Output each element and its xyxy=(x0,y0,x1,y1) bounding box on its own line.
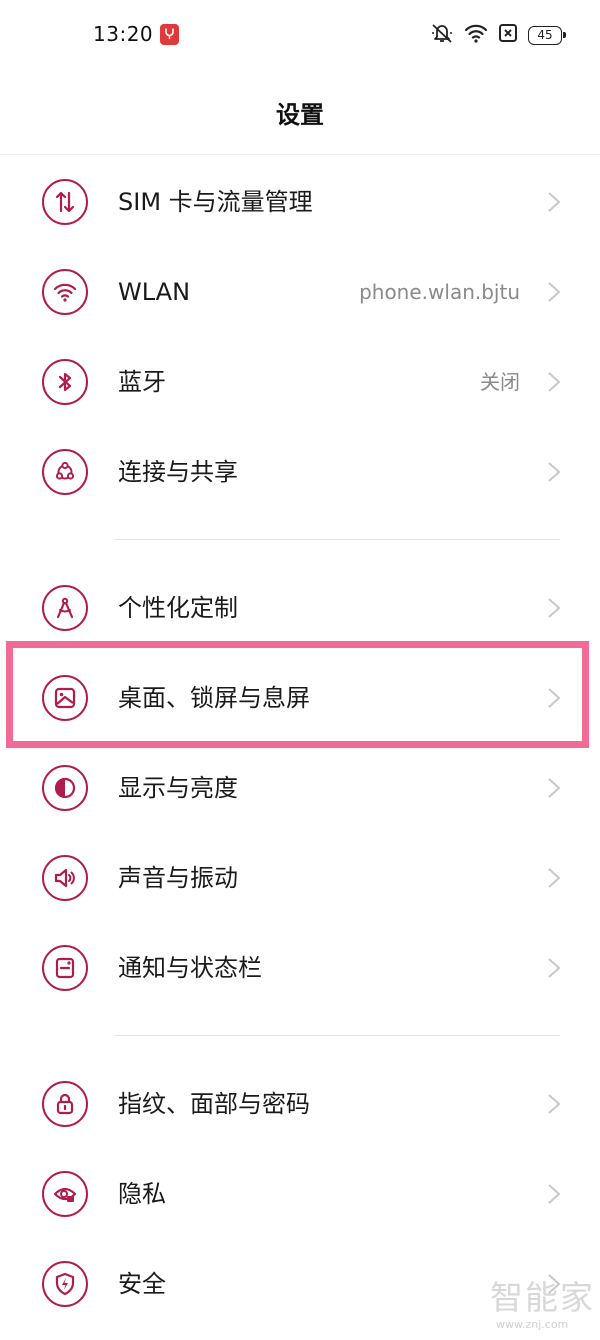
chevron-right-icon xyxy=(548,598,561,618)
bluetooth-icon xyxy=(42,359,88,405)
header-divider xyxy=(0,154,600,155)
settings-item-privacy[interactable]: 隐私 xyxy=(0,1149,600,1239)
chevron-right-icon xyxy=(548,778,561,798)
chevron-right-icon xyxy=(548,958,561,978)
watermark-url: www.znj.com xyxy=(496,1318,569,1331)
settings-item-label: 隐私 xyxy=(118,1180,166,1208)
shield-icon xyxy=(42,1261,88,1307)
settings-item-sound-vibration[interactable]: 声音与振动 xyxy=(0,833,600,923)
watermark-text: 智能家 xyxy=(490,1278,595,1317)
watermark: 智能家 www.znj.com xyxy=(490,1278,598,1338)
settings-item-display-brightness[interactable]: 显示与亮度 xyxy=(0,743,600,833)
wifi-icon xyxy=(42,269,88,315)
mute-icon xyxy=(430,22,454,48)
settings-item-label: 安全 xyxy=(118,1270,166,1298)
bluetooth-status: 关闭 xyxy=(480,370,520,394)
no-sim-icon xyxy=(498,23,518,47)
speaker-icon xyxy=(42,855,88,901)
lock-icon xyxy=(42,1081,88,1127)
settings-item-label: 通知与状态栏 xyxy=(118,954,262,982)
status-bar: 13:20 45 xyxy=(0,0,600,70)
settings-item-label: 个性化定制 xyxy=(118,594,238,622)
settings-item-personalization[interactable]: 个性化定制 xyxy=(0,563,600,653)
wlan-network-name: phone.wlan.bjtu xyxy=(359,280,520,304)
chevron-right-icon xyxy=(548,868,561,888)
privacy-eye-icon xyxy=(42,1171,88,1217)
settings-item-label: 蓝牙 xyxy=(118,368,166,396)
section-divider xyxy=(114,1035,560,1036)
notification-icon xyxy=(42,945,88,991)
status-time: 13:20 xyxy=(93,22,154,46)
battery-icon: 45 xyxy=(528,25,566,45)
settings-item-wlan[interactable]: WLAN phone.wlan.bjtu xyxy=(0,247,600,337)
settings-item-bluetooth[interactable]: 蓝牙 关闭 xyxy=(0,337,600,427)
share-icon xyxy=(42,449,88,495)
wifi-status-icon xyxy=(464,23,488,47)
brightness-icon xyxy=(42,765,88,811)
chevron-right-icon xyxy=(548,462,561,482)
page-title: 设置 xyxy=(276,101,324,129)
compass-icon xyxy=(42,585,88,631)
section-divider xyxy=(114,539,560,540)
settings-item-label: 显示与亮度 xyxy=(118,774,238,802)
settings-item-sim-data[interactable]: SIM 卡与流量管理 xyxy=(0,157,600,247)
status-icons: 45 xyxy=(430,22,566,48)
sim-data-icon xyxy=(42,179,88,225)
app-notification-icon xyxy=(160,24,179,45)
settings-item-fingerprint-password[interactable]: 指纹、面部与密码 xyxy=(0,1059,600,1149)
settings-item-label: 声音与振动 xyxy=(118,864,238,892)
chevron-right-icon xyxy=(548,282,561,302)
chevron-right-icon xyxy=(548,1184,561,1204)
highlight-box xyxy=(6,641,589,748)
chevron-right-icon xyxy=(548,192,561,212)
settings-item-label: SIM 卡与流量管理 xyxy=(118,188,313,216)
settings-item-label: WLAN xyxy=(118,278,191,306)
settings-item-label: 连接与共享 xyxy=(118,458,238,486)
settings-item-label: 指纹、面部与密码 xyxy=(118,1090,310,1118)
settings-item-connection-sharing[interactable]: 连接与共享 xyxy=(0,427,600,517)
chevron-right-icon xyxy=(548,1094,561,1114)
chevron-right-icon xyxy=(548,372,561,392)
settings-item-notifications[interactable]: 通知与状态栏 xyxy=(0,923,600,1013)
